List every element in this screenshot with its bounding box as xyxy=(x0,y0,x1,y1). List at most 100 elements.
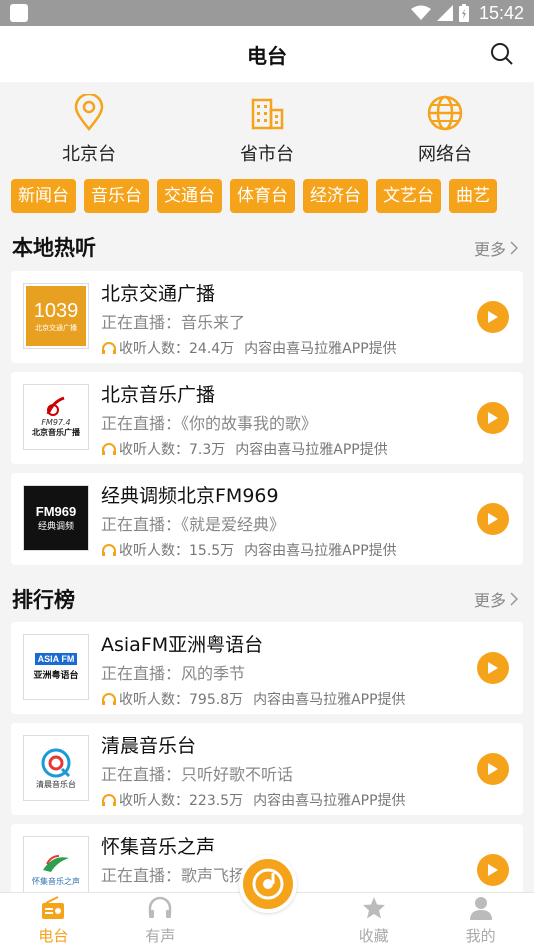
tab-mine[interactable]: 我的 xyxy=(427,893,534,950)
station-name: 怀集音乐之声 xyxy=(101,836,216,858)
wifi-icon xyxy=(410,5,431,20)
play-button[interactable] xyxy=(477,503,509,535)
play-button[interactable] xyxy=(477,402,509,434)
tag-quyi[interactable]: 曲艺 xyxy=(449,179,497,213)
station-live: 正在直播：音乐来了 xyxy=(101,313,246,332)
station-name: 北京交通广播 xyxy=(101,283,216,305)
category-beijing[interactable]: 北京台 xyxy=(0,82,178,174)
tag-music[interactable]: 音乐台 xyxy=(84,179,149,213)
tag-news[interactable]: 新闻台 xyxy=(11,179,76,213)
station-card[interactable]: 清晨音乐台 清晨音乐台 正在直播：只听好歌不听话 收听人数：223.5万 内容由… xyxy=(11,723,523,815)
category-label: 网络台 xyxy=(418,144,472,165)
play-icon xyxy=(488,864,498,876)
tab-audio[interactable]: 有声 xyxy=(107,893,214,950)
tab-label: 电台 xyxy=(38,927,69,945)
logo-text: 清晨音乐台 xyxy=(36,779,76,789)
search-icon[interactable] xyxy=(490,42,514,66)
app-header: 电台 xyxy=(0,26,534,82)
logo-text: 1039 xyxy=(33,299,79,322)
radio-icon xyxy=(42,896,65,919)
person-icon xyxy=(469,897,492,920)
play-icon xyxy=(488,513,498,525)
tab-label: 收藏 xyxy=(358,927,389,945)
category-label: 省市台 xyxy=(240,144,294,165)
station-logo: FM969 经典调频 xyxy=(23,485,89,551)
logo-subtext: 亚洲粤语台 xyxy=(33,671,79,681)
station-meta: 收听人数：15.5万 内容由喜马拉雅APP提供 xyxy=(101,540,397,560)
play-button[interactable] xyxy=(477,652,509,684)
violin-icon xyxy=(46,396,65,416)
listener-count: 收听人数：223.5万 xyxy=(119,793,244,809)
logo-subtext: 北京交通广播 xyxy=(35,323,77,332)
tab-favorites[interactable]: 收藏 xyxy=(320,893,427,950)
listener-count: 收听人数：7.3万 xyxy=(119,442,226,458)
tab-label: 有声 xyxy=(145,927,176,945)
station-live: 正在直播：《你的故事我的歌》 xyxy=(101,414,318,433)
listener-count: 收听人数：15.5万 xyxy=(119,543,235,559)
play-icon xyxy=(488,662,498,674)
headphones-icon xyxy=(102,544,116,556)
play-icon xyxy=(488,412,498,424)
tab-radio[interactable]: 电台 xyxy=(0,893,107,950)
logo-text: FM97.4 xyxy=(41,418,71,427)
station-name: AsiaFM亚洲粤语台 xyxy=(101,634,264,656)
content-source: 内容由喜马拉雅APP提供 xyxy=(244,543,397,559)
headphones-icon xyxy=(102,693,116,705)
headphones-icon xyxy=(102,794,116,806)
station-logo: ASIA FM 亚洲粤语台 xyxy=(23,634,89,700)
building-icon xyxy=(251,98,284,130)
page-title: 电台 xyxy=(247,43,287,68)
station-card[interactable]: 1039 北京交通广播 北京交通广播 正在直播：音乐来了 收听人数：24.4万 … xyxy=(11,271,523,363)
category-province[interactable]: 省市台 xyxy=(178,82,356,174)
logo-text: FM969 xyxy=(35,504,77,519)
local-section-title: 本地热听 xyxy=(12,236,96,260)
local-more-link[interactable]: 更多 xyxy=(474,236,518,260)
music-disc-icon xyxy=(252,868,284,900)
listener-count: 收听人数：795.8万 xyxy=(119,692,244,708)
play-button[interactable] xyxy=(477,753,509,785)
play-button[interactable] xyxy=(477,301,509,333)
station-meta: 收听人数：795.8万 内容由喜马拉雅APP提供 xyxy=(101,689,406,709)
content-source: 内容由喜马拉雅APP提供 xyxy=(253,793,406,809)
category-network[interactable]: 网络台 xyxy=(356,82,534,174)
station-card[interactable]: ASIA FM 亚洲粤语台 AsiaFM亚洲粤语台 正在直播：风的季节 收听人数… xyxy=(11,622,523,714)
ranking-more-link[interactable]: 更多 xyxy=(474,587,518,611)
logo-subtext: 经典调频 xyxy=(37,522,74,532)
play-button[interactable] xyxy=(477,854,509,886)
location-pin-icon xyxy=(74,94,104,131)
headphones-icon xyxy=(102,342,116,354)
logo-subtext: 北京音乐广播 xyxy=(32,428,80,437)
logo-text: 怀集音乐之声 xyxy=(32,876,80,886)
station-name: 清晨音乐台 xyxy=(101,735,197,757)
station-card[interactable]: FM97.4 北京音乐广播 北京音乐广播 正在直播：《你的故事我的歌》 收听人数… xyxy=(11,372,523,464)
tag-traffic[interactable]: 交通台 xyxy=(157,179,222,213)
status-bar: 15:42 xyxy=(0,0,534,26)
more-label: 更多 xyxy=(473,240,506,259)
content-source: 内容由喜马拉雅APP提供 xyxy=(253,692,406,708)
now-playing-button[interactable] xyxy=(239,855,297,913)
station-live: 正在直播：风的季节 xyxy=(101,664,246,683)
station-logo: 1039 北京交通广播 xyxy=(23,283,89,349)
headphones-icon xyxy=(102,443,116,455)
tag-arts[interactable]: 文艺台 xyxy=(376,179,441,213)
station-logo: 清晨音乐台 xyxy=(23,735,89,801)
tab-label: 我的 xyxy=(465,927,496,945)
star-icon xyxy=(362,897,385,919)
listener-count: 收听人数：24.4万 xyxy=(119,341,235,357)
station-name: 经典调频北京FM969 xyxy=(101,485,279,507)
app-notification-icon xyxy=(10,4,28,22)
station-logo: FM97.4 北京音乐广播 xyxy=(23,384,89,450)
status-time: 15:42 xyxy=(478,2,524,23)
tag-economy[interactable]: 经济台 xyxy=(303,179,368,213)
tag-sports[interactable]: 体育台 xyxy=(230,179,295,213)
category-label: 北京台 xyxy=(62,144,116,165)
play-icon xyxy=(488,763,498,775)
station-meta: 收听人数：223.5万 内容由喜马拉雅APP提供 xyxy=(101,790,406,810)
more-label: 更多 xyxy=(473,591,506,610)
headphones-icon xyxy=(148,896,172,918)
station-name: 北京音乐广播 xyxy=(101,384,216,406)
station-meta: 收听人数：7.3万 内容由喜马拉雅APP提供 xyxy=(101,439,388,459)
content-source: 内容由喜马拉雅APP提供 xyxy=(244,341,397,357)
station-meta: 收听人数：24.4万 内容由喜马拉雅APP提供 xyxy=(101,338,397,358)
station-card[interactable]: FM969 经典调频 经典调频北京FM969 正在直播：《就是爱经典》 收听人数… xyxy=(11,473,523,565)
